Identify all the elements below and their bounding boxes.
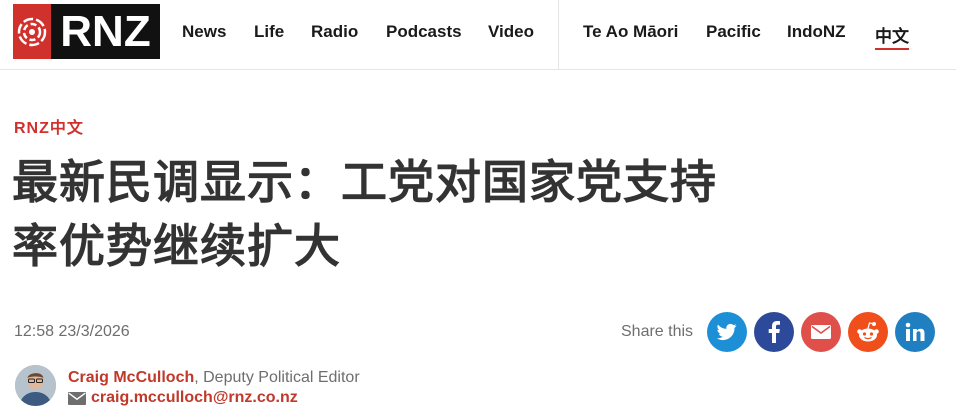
author-line: Craig McCulloch, Deputy Political Editor (68, 369, 360, 387)
author-email-link[interactable]: craig.mcculloch@rnz.co.nz (91, 389, 298, 407)
share-facebook-button[interactable] (754, 312, 794, 352)
headline-line-2: 率优势继续扩大 (12, 219, 341, 273)
nav-item-chinese[interactable]: 中文 (875, 22, 909, 50)
nav-item-life[interactable]: Life (254, 22, 284, 42)
author-role: , Deputy Political Editor (194, 369, 360, 386)
nav-item-pacific[interactable]: Pacific (706, 22, 761, 42)
rnz-logo-mark-icon (13, 4, 51, 59)
nav-item-news[interactable]: News (182, 22, 226, 42)
author-email-line: craig.mcculloch@rnz.co.nz (68, 389, 298, 407)
nav-item-te-ao-maori[interactable]: Te Ao Māori (583, 22, 678, 42)
headline-line-1: 最新民调显示：工党对国家党支持 (12, 155, 717, 209)
nav-divider (558, 0, 559, 70)
share-label: Share this (621, 323, 694, 340)
share-reddit-button[interactable] (848, 312, 888, 352)
article-timestamp: 12:58 23/3/2026 (14, 323, 130, 340)
share-email-button[interactable] (801, 312, 841, 352)
reddit-icon (857, 322, 879, 342)
article-headline: 最新民调显示：工党对国家党支持 率优势继续扩大 (12, 150, 942, 278)
site-header: RNZ News Life Radio Podcasts Video Te Ao… (0, 0, 956, 70)
nav-item-podcasts[interactable]: Podcasts (386, 22, 462, 42)
nav-item-video[interactable]: Video (488, 22, 534, 42)
section-label[interactable]: RNZ中文 (14, 114, 84, 138)
nav-item-radio[interactable]: Radio (311, 22, 358, 42)
share-linkedin-button[interactable] (895, 312, 935, 352)
author-avatar[interactable] (15, 365, 56, 406)
nav-item-indonz[interactable]: IndoNZ (787, 22, 846, 42)
linkedin-icon (905, 322, 925, 341)
email-icon (811, 325, 831, 339)
author-name-link[interactable]: Craig McCulloch (68, 369, 194, 386)
facebook-icon (768, 321, 780, 343)
share-twitter-button[interactable] (707, 312, 747, 352)
twitter-icon (717, 323, 737, 341)
rnz-logo-text: RNZ (51, 4, 160, 59)
envelope-icon (68, 391, 86, 405)
rnz-logo[interactable]: RNZ (13, 4, 160, 59)
